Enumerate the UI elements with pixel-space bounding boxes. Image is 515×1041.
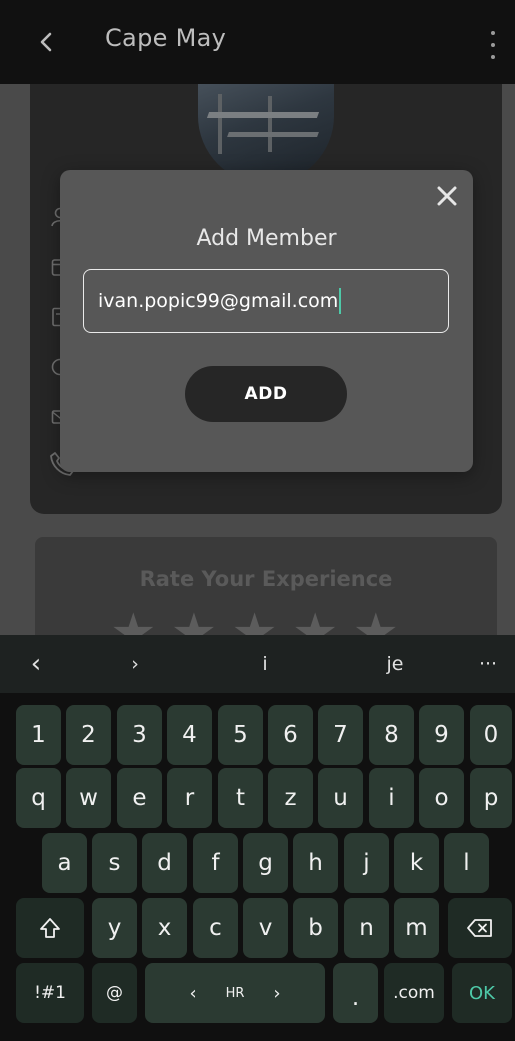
dotcom-key[interactable]: .com	[384, 963, 444, 1023]
key-2[interactable]: 2	[66, 705, 111, 765]
key-e[interactable]: e	[117, 768, 162, 828]
email-value: ivan.popic99@gmail.com	[98, 290, 339, 312]
page-title: Cape May	[105, 24, 227, 52]
key-z[interactable]: z	[268, 768, 313, 828]
key-9[interactable]: 9	[419, 705, 464, 765]
key-y[interactable]: y	[92, 898, 137, 958]
ok-key[interactable]: OK	[452, 963, 512, 1023]
suggestion-back-button[interactable]: ‹	[14, 635, 58, 693]
key-k[interactable]: k	[394, 833, 439, 893]
suggestion-item[interactable]: ›	[110, 635, 160, 693]
key-4[interactable]: 4	[167, 705, 212, 765]
shift-icon	[40, 918, 60, 938]
key-b[interactable]: b	[293, 898, 338, 958]
key-d[interactable]: d	[142, 833, 187, 893]
chevron-left-icon	[40, 32, 52, 52]
key-t[interactable]: t	[218, 768, 263, 828]
key-r[interactable]: r	[167, 768, 212, 828]
key-7[interactable]: 7	[318, 705, 363, 765]
text-cursor	[339, 288, 342, 314]
at-key[interactable]: @	[92, 963, 137, 1023]
language-label: HR	[225, 985, 245, 1001]
key-f[interactable]: f	[193, 833, 238, 893]
key-p[interactable]: p	[470, 768, 512, 828]
app-bar: Cape May	[0, 0, 515, 84]
more-menu-button[interactable]	[483, 28, 503, 62]
suggestion-item[interactable]: i	[240, 635, 290, 693]
key-m[interactable]: m	[394, 898, 439, 958]
key-j[interactable]: j	[344, 833, 389, 893]
key-6[interactable]: 6	[268, 705, 313, 765]
key-n[interactable]: n	[344, 898, 389, 958]
key-h[interactable]: h	[293, 833, 338, 893]
key-5[interactable]: 5	[218, 705, 263, 765]
shift-key[interactable]	[16, 898, 84, 958]
more-options-button[interactable]: ···	[466, 635, 510, 693]
key-w[interactable]: w	[66, 768, 111, 828]
symbols-key[interactable]: !#1	[16, 963, 84, 1023]
email-input[interactable]: ivan.popic99@gmail.com	[83, 269, 449, 333]
key-o[interactable]: o	[419, 768, 464, 828]
key-i[interactable]: i	[369, 768, 414, 828]
language-next-icon: ›	[273, 982, 281, 1004]
more-vertical-icon	[491, 31, 495, 35]
suggestion-bar: ‹ › i je ···	[0, 635, 515, 693]
profile-photo	[198, 84, 334, 184]
space-key[interactable]: ‹ HR ›	[145, 963, 325, 1023]
key-x[interactable]: x	[142, 898, 187, 958]
close-icon	[437, 186, 457, 206]
key-c[interactable]: c	[193, 898, 238, 958]
rate-title: Rate Your Experience	[139, 567, 393, 591]
key-a[interactable]: a	[42, 833, 87, 893]
backspace-key[interactable]	[448, 898, 512, 958]
back-button[interactable]	[28, 22, 64, 62]
key-8[interactable]: 8	[369, 705, 414, 765]
key-3[interactable]: 3	[117, 705, 162, 765]
key-l[interactable]: l	[444, 833, 489, 893]
close-button[interactable]	[433, 182, 461, 210]
key-u[interactable]: u	[318, 768, 363, 828]
backspace-icon	[467, 919, 492, 937]
key-1[interactable]: 1	[16, 705, 61, 765]
add-button[interactable]: ADD	[185, 366, 347, 422]
add-member-dialog: Add Member ivan.popic99@gmail.com ADD	[60, 170, 473, 472]
period-key[interactable]: .	[333, 963, 378, 1023]
suggestion-item[interactable]: je	[370, 635, 420, 693]
dialog-title: Add Member	[196, 226, 337, 251]
language-prev-icon: ‹	[189, 982, 197, 1004]
key-s[interactable]: s	[92, 833, 137, 893]
key-v[interactable]: v	[243, 898, 288, 958]
key-g[interactable]: g	[243, 833, 288, 893]
key-0[interactable]: 0	[470, 705, 512, 765]
soft-keyboard: ‹ › i je ··· 1 2 3 4 5 6 7 8 9 0 q w e r…	[0, 635, 515, 1041]
key-q[interactable]: q	[16, 768, 61, 828]
